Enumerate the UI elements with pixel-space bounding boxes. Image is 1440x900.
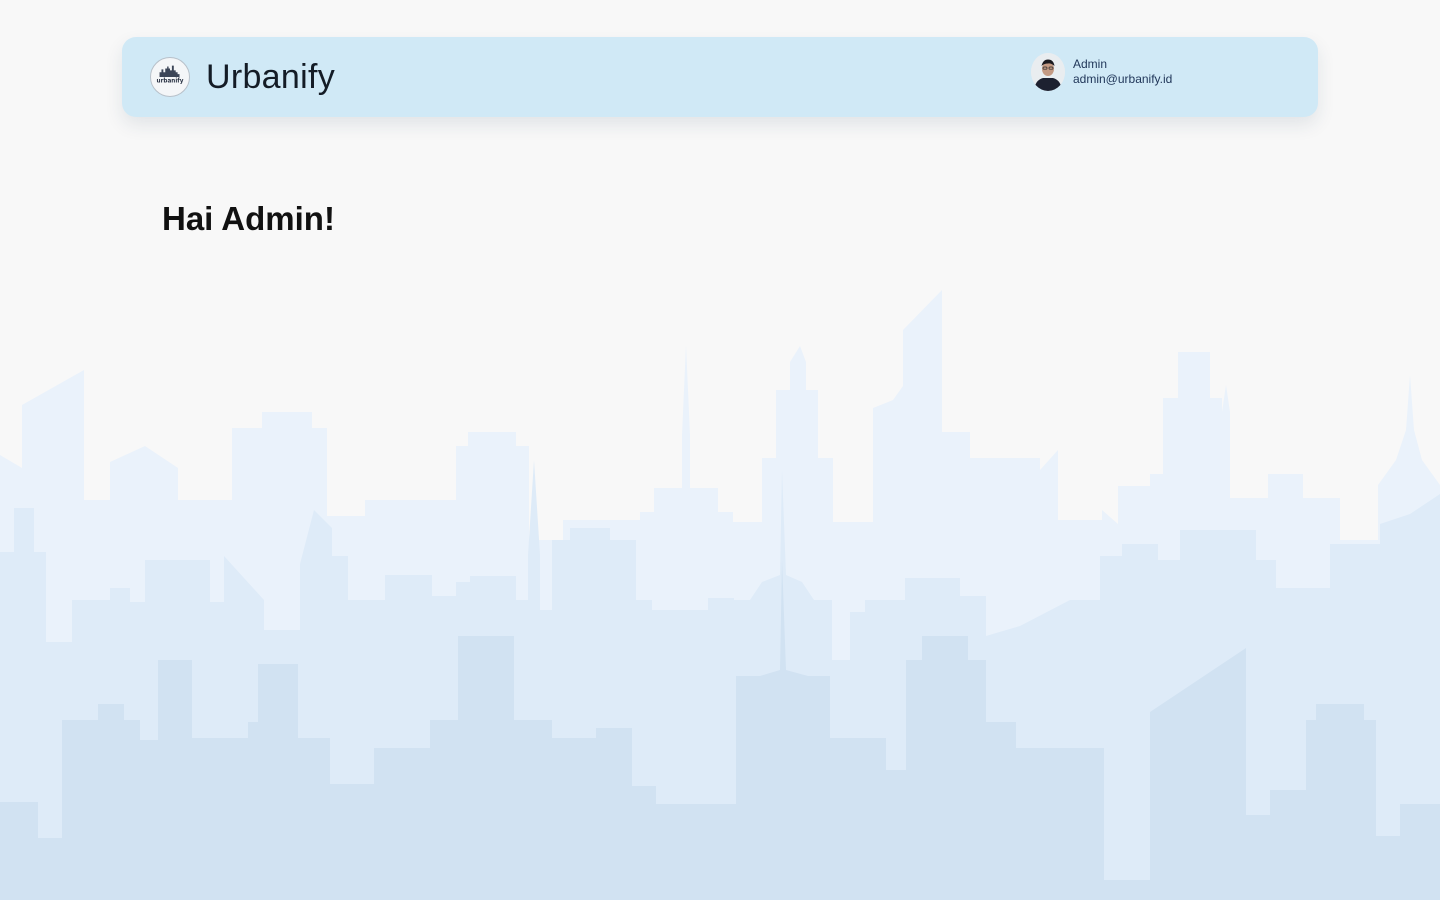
user-email: admin@urbanify.id: [1073, 72, 1173, 86]
user-name: Admin: [1073, 57, 1108, 71]
user-profile[interactable]: Admin admin@urbanify.id: [1031, 53, 1172, 91]
greeting-heading: Hai Admin!: [162, 200, 335, 237]
brand[interactable]: urbanify Urbanify: [150, 56, 335, 98]
dashboard-page: urbanify Urbanify Admin admin@urbanify.i…: [0, 0, 1440, 900]
city-skyline-logo-icon: urbanify: [150, 57, 190, 97]
city-skyline-background: [0, 290, 1440, 900]
logo-wordmark: urbanify: [157, 79, 184, 85]
app-name: Urbanify: [206, 58, 336, 96]
user-info: Admin admin@urbanify.id: [1073, 57, 1172, 87]
top-navbar: urbanify Urbanify Admin admin@urbanify.i…: [122, 37, 1318, 117]
user-avatar-icon: [1031, 53, 1065, 91]
